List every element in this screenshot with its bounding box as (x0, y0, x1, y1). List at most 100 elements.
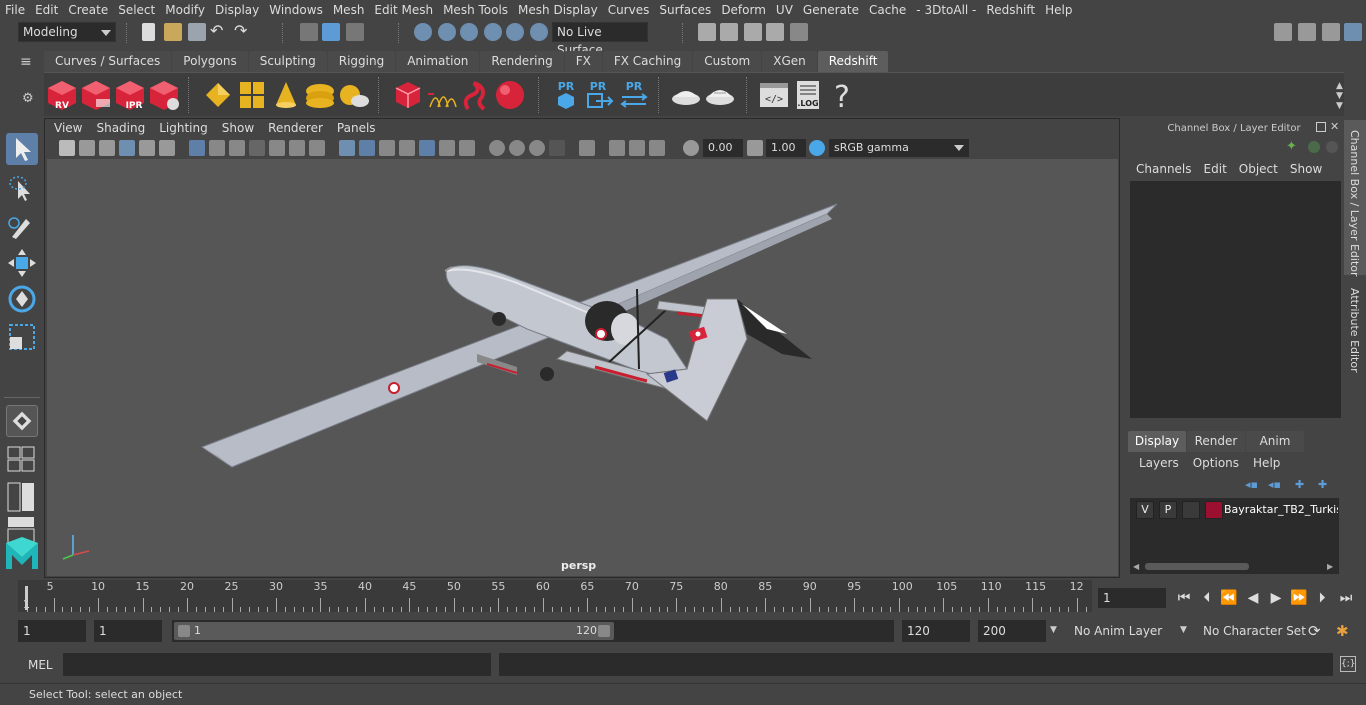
channel-box-area[interactable] (1130, 181, 1341, 418)
menu-modify[interactable]: Modify (160, 3, 210, 17)
snap-grid-icon[interactable] (414, 23, 432, 41)
side-tab-channel-box[interactable]: Channel Box / Layer Editor (1344, 120, 1366, 277)
side-tab-attribute-editor[interactable]: Attribute Editor (1344, 280, 1366, 390)
resolution-gate-icon[interactable] (229, 140, 245, 156)
screen-space-ao-icon[interactable] (489, 140, 505, 156)
menu-windows[interactable]: Windows (264, 3, 328, 17)
playback-end-field[interactable]: 120 (902, 620, 970, 642)
menu-help[interactable]: Help (1040, 3, 1077, 17)
colorspace-select[interactable]: sRGB gamma (829, 139, 969, 157)
new-scene-icon[interactable] (142, 23, 155, 41)
menu-mesh[interactable]: Mesh (328, 3, 370, 17)
default-material-icon[interactable] (379, 140, 395, 156)
viewport-menu-panels[interactable]: Panels (330, 119, 383, 137)
exposure-field[interactable]: 0.00 (703, 139, 743, 157)
step-back-frame-icon[interactable]: ⏴ (1197, 588, 1217, 608)
xray-icon[interactable] (609, 140, 625, 156)
play-backwards-icon[interactable]: ◀ (1243, 588, 1263, 608)
color-management-icon[interactable] (809, 140, 825, 156)
shadows-icon[interactable] (459, 140, 475, 156)
shelf-tab-xgen[interactable]: XGen (762, 51, 817, 72)
scene-start-field[interactable]: 1 (18, 620, 86, 642)
redshift-pr-swap-icon[interactable]: PR (618, 79, 650, 111)
isolate-select-icon[interactable] (579, 140, 595, 156)
playback-start-field[interactable]: 1 (94, 620, 162, 642)
live-surface-field[interactable]: No Live Surface (552, 22, 648, 57)
image-plane-icon[interactable] (119, 140, 135, 156)
snap-point-icon[interactable] (460, 23, 478, 41)
help-icon[interactable]: ? (826, 79, 858, 111)
shelf-tab-custom[interactable]: Custom (693, 51, 762, 72)
undo-icon[interactable]: ↶ (210, 23, 228, 41)
mode-selector[interactable]: Modeling (18, 22, 116, 42)
redshift-hair-icon[interactable] (460, 79, 492, 111)
xray-joints-icon[interactable] (629, 140, 645, 156)
character-set-dropdown-icon[interactable]: ▼ (1180, 622, 1190, 638)
safe-title-icon[interactable] (309, 140, 325, 156)
anti-aliasing-icon[interactable] (529, 140, 545, 156)
menu-redshift[interactable]: Redshift (981, 3, 1040, 17)
wireframe-icon[interactable] (339, 140, 355, 156)
command-language-label[interactable]: MEL (28, 658, 53, 672)
smooth-shade-icon[interactable] (359, 140, 375, 156)
redshift-light-spot-icon[interactable] (270, 79, 302, 111)
grease-pencil-icon[interactable] (159, 140, 175, 156)
drone-model[interactable] (47, 159, 1118, 576)
redshift-ipr-icon[interactable]: IPR (114, 79, 146, 111)
layer-menu-help[interactable]: Help (1246, 454, 1287, 472)
shelf-menu-icon[interactable]: ≡ (20, 55, 36, 69)
go-to-end-icon[interactable]: ⏭ (1336, 588, 1356, 608)
auto-key-icon[interactable]: ⟳ (1308, 622, 1326, 640)
safe-action-icon[interactable] (289, 140, 305, 156)
anim-layer-label[interactable]: No Anim Layer (1074, 624, 1162, 638)
scroll-thumb[interactable] (1145, 563, 1249, 570)
menu-deform[interactable]: Deform (716, 3, 771, 17)
select-hierarchy-icon[interactable] (300, 23, 318, 41)
layer-tab-render[interactable]: Render (1187, 431, 1245, 452)
select-object-icon[interactable] (322, 23, 340, 41)
shelf-tab-polygons[interactable]: Polygons (172, 51, 248, 72)
time-slider[interactable]: 5 10 15 20 25 30 35 40 45 50 55 60 65 70 75 80 85 90 95 100… (18, 580, 1092, 612)
step-back-key-icon[interactable]: ⏪ (1219, 588, 1239, 608)
field-chart-icon[interactable] (269, 140, 285, 156)
layer-scrollbar[interactable]: ◀ ▶ (1133, 561, 1337, 572)
menu-select[interactable]: Select (113, 3, 160, 17)
select-component-icon[interactable] (346, 23, 364, 41)
menu-file[interactable]: File (0, 3, 30, 17)
open-scene-icon[interactable] (164, 23, 182, 41)
viewport-menu-lighting[interactable]: Lighting (152, 119, 215, 137)
shelf-tab-animation[interactable]: Animation (396, 51, 480, 72)
save-scene-icon[interactable] (188, 23, 206, 41)
redshift-light-grid-icon[interactable] (236, 79, 268, 111)
menu-generate[interactable]: Generate (798, 3, 864, 17)
menu-surfaces[interactable]: Surfaces (654, 3, 716, 17)
snap-surface-icon[interactable] (506, 23, 524, 41)
ipr-render-icon[interactable] (744, 23, 762, 41)
layer-row[interactable]: V P Bayraktar_TB2_Turkish_ (1133, 501, 1338, 519)
menu-edit[interactable]: Edit (30, 3, 63, 17)
speed-icon[interactable] (1308, 141, 1320, 153)
menu-uv[interactable]: UV (771, 3, 798, 17)
exposure-icon[interactable] (683, 140, 699, 156)
scroll-left-icon[interactable]: ◀ (1133, 561, 1143, 572)
depth-of-field-icon[interactable] (549, 140, 565, 156)
menu-mesh-tools[interactable]: Mesh Tools (438, 3, 513, 17)
shelf-tab-sculpting[interactable]: Sculpting (248, 51, 327, 72)
four-view-layout-icon[interactable] (6, 443, 38, 475)
menu-curves[interactable]: Curves (603, 3, 655, 17)
hypershade-icon[interactable] (790, 23, 808, 41)
step-forward-key-icon[interactable]: ⏩ (1289, 588, 1309, 608)
bake-pie-alt-icon[interactable] (704, 79, 736, 111)
new-layer-icon[interactable]: ✚ (1295, 478, 1309, 491)
play-forwards-icon[interactable]: ▶ (1266, 588, 1286, 608)
use-all-lights-icon[interactable] (439, 140, 455, 156)
float-window-icon[interactable] (1316, 122, 1326, 132)
new-layer-selected-icon[interactable]: ✚ (1318, 478, 1332, 491)
modeling-toolkit-icon[interactable] (1274, 23, 1292, 41)
channel-box-menu-edit[interactable]: Edit (1198, 160, 1233, 178)
redshift-pr-object-icon[interactable]: PR (550, 79, 582, 111)
redshift-proxy-icon[interactable] (392, 79, 424, 111)
single-perspective-layout-icon[interactable] (6, 405, 38, 437)
redshift-pr-export-icon[interactable]: PR (584, 79, 616, 111)
redshift-light-dome-icon[interactable] (304, 79, 336, 111)
